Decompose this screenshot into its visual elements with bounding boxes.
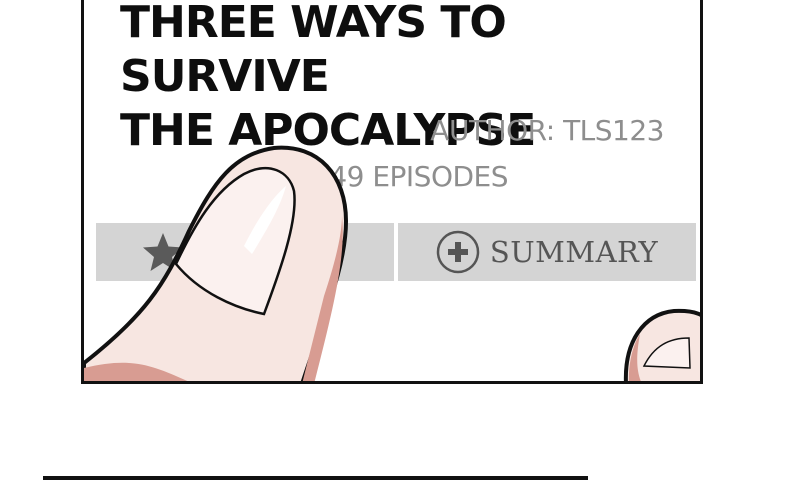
favorite-button[interactable] xyxy=(96,223,394,281)
finger-right-nail xyxy=(642,337,691,369)
star-icon xyxy=(143,233,183,271)
summary-label: SUMMARY xyxy=(489,235,659,269)
comic-panel: THREE WAYS TO SURVIVE THE APOCALYPSE AUT… xyxy=(81,0,703,384)
finger-right xyxy=(623,308,700,381)
title-line-1: THREE WAYS TO SURVIVE xyxy=(120,0,507,102)
summary-button[interactable]: SUMMARY xyxy=(398,223,696,281)
divider-line xyxy=(43,476,588,480)
thumb-shading xyxy=(84,362,188,381)
plus-circle-icon xyxy=(436,230,480,274)
finger-right-shading xyxy=(628,334,641,381)
episode-count: 149 EPISODES xyxy=(312,160,509,193)
author-label: AUTHOR: TLS123 xyxy=(430,114,664,147)
